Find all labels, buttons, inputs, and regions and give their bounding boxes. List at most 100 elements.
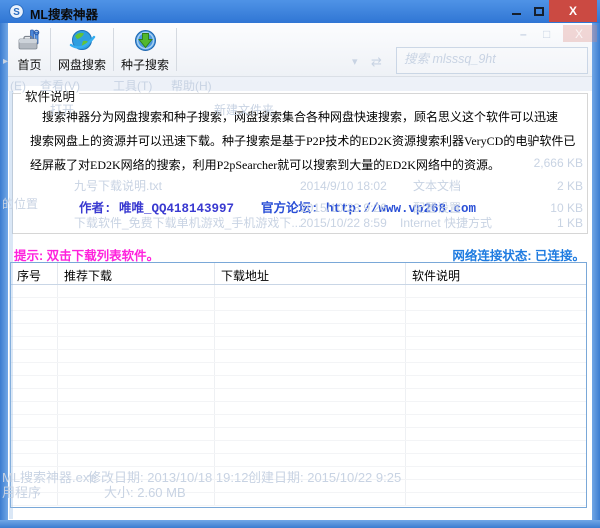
toolbar-separator — [50, 28, 51, 71]
official-forum-link[interactable]: 官方论坛: http://www.vp268.com — [261, 197, 476, 216]
download-globe-icon — [132, 27, 159, 55]
table-cell — [11, 311, 58, 323]
table-cell — [406, 454, 586, 466]
table-cell — [215, 454, 406, 466]
table-cell — [11, 285, 58, 297]
table-cell — [406, 402, 586, 414]
column-header-4[interactable]: 软件说明 — [406, 263, 586, 284]
table-cell — [406, 350, 586, 362]
table-cell — [406, 480, 586, 492]
table-cell — [11, 298, 58, 310]
globe-search-icon — [68, 27, 96, 55]
table-cell — [215, 285, 406, 297]
table-row — [11, 402, 586, 415]
groupbox-title: 软件说明 — [21, 86, 79, 105]
download-list-table: 序号推荐下载下载地址软件说明 — [10, 262, 587, 508]
table-cell — [11, 441, 58, 453]
table-row — [11, 467, 586, 480]
toolbar-button-netdisk-search[interactable]: 网盘搜索 — [53, 23, 111, 76]
table-cell — [11, 324, 58, 336]
toolbar-button-torrent-search[interactable]: 种子搜索 — [116, 23, 174, 76]
table-row — [11, 454, 586, 467]
app-window: S ML搜索神器 X 首页网盘搜索种子搜索 软件说明 搜索神器分为网盘搜索和种子… — [0, 0, 600, 528]
table-cell — [11, 415, 58, 427]
table-cell — [11, 493, 58, 505]
toolbox-icon — [16, 27, 43, 55]
table-cell — [11, 428, 58, 440]
ghost-menu-strip — [8, 77, 592, 91]
svg-text:S: S — [13, 7, 20, 18]
table-cell — [11, 454, 58, 466]
table-cell — [215, 363, 406, 375]
author-text: 作者: 唯唯_QQ418143997 — [79, 197, 234, 216]
table-cell — [406, 298, 586, 310]
table-cell — [58, 311, 215, 323]
software-description-groupbox: 软件说明 搜索神器分为网盘搜索和种子搜索，网盘搜索集合各种网盘快速搜索，顾名思义… — [12, 93, 588, 234]
toolbar-button-home[interactable]: 首页 — [11, 23, 48, 76]
table-cell — [406, 441, 586, 453]
table-cell — [58, 467, 215, 479]
table-cell — [215, 337, 406, 349]
column-header-1[interactable]: 序号 — [11, 263, 58, 284]
table-row — [11, 376, 586, 389]
table-row — [11, 324, 586, 337]
toolbar-button-label: 网盘搜索 — [58, 56, 106, 73]
table-cell — [215, 428, 406, 440]
table-cell — [58, 337, 215, 349]
table-cell — [58, 376, 215, 388]
table-body[interactable] — [11, 285, 586, 507]
table-cell — [406, 389, 586, 401]
table-cell — [58, 350, 215, 362]
table-cell — [406, 311, 586, 323]
table-cell — [215, 493, 406, 505]
table-cell — [58, 493, 215, 505]
toolbar: 首页网盘搜索种子搜索 — [8, 23, 592, 77]
titlebar[interactable]: S ML搜索神器 X — [0, 0, 600, 23]
column-header-2[interactable]: 推荐下载 — [58, 263, 215, 284]
table-row — [11, 298, 586, 311]
table-cell — [215, 376, 406, 388]
table-cell — [11, 363, 58, 375]
table-cell — [215, 441, 406, 453]
table-header-row: 序号推荐下载下载地址软件说明 — [11, 263, 586, 285]
table-cell — [215, 298, 406, 310]
table-cell — [406, 285, 586, 297]
minimize-button[interactable] — [505, 0, 527, 22]
maximize-button[interactable] — [528, 0, 550, 22]
table-cell — [215, 389, 406, 401]
table-cell — [215, 415, 406, 427]
table-row — [11, 415, 586, 428]
table-cell — [406, 493, 586, 505]
table-row — [11, 428, 586, 441]
table-cell — [58, 480, 215, 492]
toolbar-button-label: 种子搜索 — [121, 56, 169, 73]
table-cell — [11, 467, 58, 479]
table-cell — [215, 467, 406, 479]
table-row — [11, 350, 586, 363]
close-button[interactable]: X — [549, 0, 597, 22]
window-border-bottom — [0, 520, 600, 528]
table-row — [11, 285, 586, 298]
table-cell — [11, 402, 58, 414]
table-cell — [58, 441, 215, 453]
toolbar-separator — [176, 28, 177, 71]
description-line: 经屏蔽了对ED2K网络的搜索，利用P2pSearcher就可以搜索到大量的ED2… — [30, 153, 579, 177]
table-cell — [11, 480, 58, 492]
table-cell — [11, 376, 58, 388]
table-cell — [11, 337, 58, 349]
table-row — [11, 311, 586, 324]
table-cell — [215, 480, 406, 492]
table-row — [11, 363, 586, 376]
column-header-3[interactable]: 下载地址 — [215, 263, 406, 284]
description-line: 搜索神器分为网盘搜索和种子搜索，网盘搜索集合各种网盘快速搜索，顾名思义这个软件可… — [30, 105, 579, 129]
table-row — [11, 337, 586, 350]
table-cell — [58, 415, 215, 427]
table-cell — [406, 324, 586, 336]
table-cell — [406, 467, 586, 479]
table-cell — [406, 337, 586, 349]
toolbar-separator — [113, 28, 114, 71]
toolbar-button-label: 首页 — [17, 56, 41, 73]
app-logo-icon: S — [9, 4, 24, 19]
table-cell — [406, 415, 586, 427]
table-cell — [58, 402, 215, 414]
